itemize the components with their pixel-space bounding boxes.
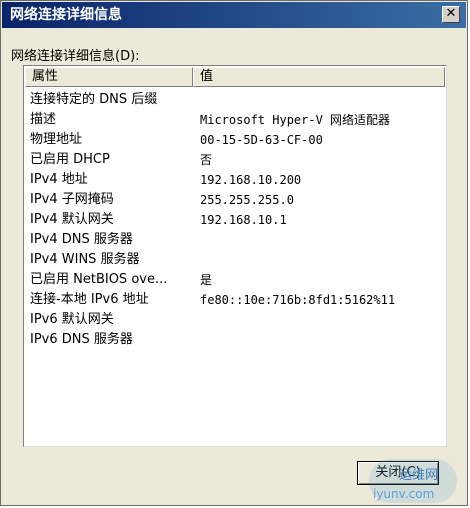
details-group-label: 网络连接详细信息(D):: [11, 49, 140, 64]
property-cell: IPv6 DNS 服务器: [30, 332, 133, 347]
list-item[interactable]: IPv4 子网掩码 255.255.255.0: [30, 190, 444, 210]
property-cell: IPv4 WINS 服务器: [30, 252, 140, 267]
list-item[interactable]: 物理地址 00-15-5D-63-CF-00: [30, 130, 444, 150]
property-cell: 物理地址: [30, 132, 83, 147]
value-cell: fe80::10e:716b:8fd1:5162%11: [200, 293, 396, 307]
value-cell: 否: [200, 153, 213, 167]
property-cell: IPv4 DNS 服务器: [30, 232, 133, 247]
value-cell: 192.168.10.1: [200, 213, 287, 227]
value-cell: Microsoft Hyper-V 网络适配器: [200, 113, 391, 127]
value-cell: 00-15-5D-63-CF-00: [200, 133, 323, 147]
list-item[interactable]: IPv6 DNS 服务器: [30, 330, 444, 350]
list-rows: 连接特定的 DNS 后缀 描述 Microsoft Hyper-V 网络适配器 …: [30, 90, 444, 350]
details-list[interactable]: 属性 值 连接特定的 DNS 后缀 描述 Microsoft Hyper-V 网…: [23, 65, 447, 447]
value-cell: 192.168.10.200: [200, 173, 302, 187]
value-cell: 是: [200, 273, 213, 287]
watermark-site: iyunv.com: [373, 487, 435, 501]
property-cell: 已启用 NetBIOS ove...: [30, 272, 168, 287]
list-item[interactable]: IPv4 DNS 服务器: [30, 230, 444, 250]
close-icon[interactable]: ✕: [442, 6, 460, 23]
property-cell: IPv6 默认网关: [30, 312, 114, 327]
list-item[interactable]: IPv4 地址 192.168.10.200: [30, 170, 444, 190]
list-item[interactable]: IPv4 WINS 服务器: [30, 250, 444, 270]
list-header: 属性 值: [25, 67, 445, 87]
list-item[interactable]: 已启用 DHCP 否: [30, 150, 444, 170]
title-bar[interactable]: 网络连接详细信息 ✕: [2, 2, 466, 28]
column-header-property[interactable]: 属性: [25, 67, 193, 87]
property-cell: 连接特定的 DNS 后缀: [30, 92, 158, 107]
list-item[interactable]: 连接特定的 DNS 后缀: [30, 90, 444, 110]
list-item[interactable]: 已启用 NetBIOS ove... 是: [30, 270, 444, 290]
column-header-value[interactable]: 值: [193, 67, 445, 87]
list-item[interactable]: IPv6 默认网关: [30, 310, 444, 330]
list-item[interactable]: 描述 Microsoft Hyper-V 网络适配器: [30, 110, 444, 130]
list-item[interactable]: IPv4 默认网关 192.168.10.1: [30, 210, 444, 230]
property-cell: IPv4 子网掩码: [30, 192, 114, 207]
network-details-dialog: 网络连接详细信息 ✕ 网络连接详细信息(D): 属性 值 连接特定的 DNS 后…: [0, 0, 468, 506]
property-cell: 已启用 DHCP: [30, 152, 110, 167]
property-cell: IPv4 地址: [30, 172, 88, 187]
property-cell: IPv4 默认网关: [30, 212, 114, 227]
watermark-logo-text: 运维网: [399, 468, 439, 483]
value-cell: 255.255.255.0: [200, 193, 294, 207]
property-cell: 连接-本地 IPv6 地址: [30, 292, 149, 307]
list-item[interactable]: 连接-本地 IPv6 地址 fe80::10e:716b:8fd1:5162%1…: [30, 290, 444, 310]
property-cell: 描述: [30, 112, 57, 127]
window-title: 网络连接详细信息: [10, 7, 122, 23]
